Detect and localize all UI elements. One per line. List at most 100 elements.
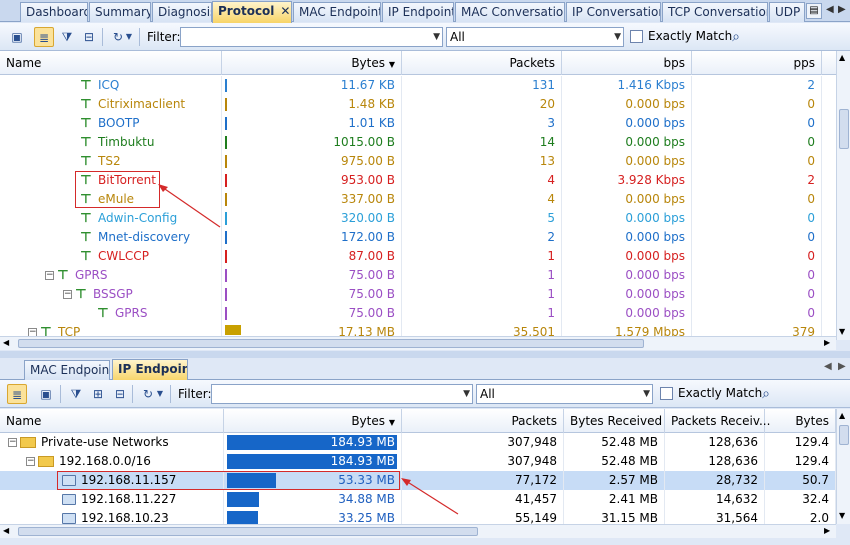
bytes-bar bbox=[225, 250, 227, 263]
flat-view-icon[interactable]: ⊟ bbox=[110, 384, 130, 404]
scroll-left-icon[interactable]: ◀ bbox=[3, 526, 9, 535]
tab-protocol[interactable]: Protocol ✕ bbox=[212, 1, 292, 23]
col-bps[interactable]: bps bbox=[562, 51, 692, 75]
collapse-icon[interactable]: − bbox=[45, 271, 54, 280]
tab-list-icon[interactable]: ▤ bbox=[806, 3, 822, 19]
collapse-icon[interactable]: − bbox=[8, 438, 17, 447]
tab-ip-endpoint-bottom[interactable]: IP Endpoint bbox=[112, 359, 188, 381]
collapse-icon[interactable]: − bbox=[63, 290, 72, 299]
scroll-down-icon[interactable]: ▼ bbox=[839, 511, 845, 520]
scroll-up-icon[interactable]: ▲ bbox=[839, 411, 845, 420]
col-bytes-sent[interactable]: Bytes bbox=[765, 409, 836, 433]
table-row[interactable]: ⊤ Timbuktu 1015.00 B 14 0.000 bps 0 bbox=[0, 133, 836, 152]
add-group-icon[interactable]: ⊞ bbox=[88, 384, 108, 404]
search-icon[interactable]: ⌕ bbox=[756, 384, 776, 404]
table-row[interactable]: ⊤ GPRS 75.00 B 1 0.000 bps 0 bbox=[0, 304, 836, 323]
tab-udp[interactable]: UDP bbox=[769, 2, 805, 22]
col-bytes[interactable]: Bytes ▼ bbox=[222, 51, 402, 75]
table-row[interactable]: ⊤ Adwin-Config 320.00 B 5 0.000 bps 0 bbox=[0, 209, 836, 228]
row-packets-received-cell: 14,632 bbox=[665, 490, 765, 509]
refresh-dropdown-icon[interactable]: ▼ bbox=[124, 27, 134, 47]
tab-diagnosis[interactable]: Diagnosis bbox=[152, 2, 212, 22]
row-name: Private-use Networks bbox=[41, 435, 169, 449]
col-packets[interactable]: Packets bbox=[402, 51, 562, 75]
scroll-thumb[interactable] bbox=[839, 109, 849, 149]
close-icon[interactable]: ✕ bbox=[280, 4, 290, 18]
tab-dashboard[interactable]: Dashboard bbox=[20, 2, 88, 22]
col-name[interactable]: Name bbox=[0, 409, 224, 433]
row-bytes-cell: 75.00 B bbox=[222, 285, 402, 304]
col-bytes-received[interactable]: Bytes Received bbox=[564, 409, 665, 433]
flat-view-icon[interactable]: ⊟ bbox=[79, 27, 99, 47]
table-row[interactable]: − 192.168.0.0/16 184.93 MB 307,948 52.48 MB 1… bbox=[0, 452, 836, 471]
filter-icon[interactable]: ⧩ bbox=[57, 27, 77, 47]
tab-summary[interactable]: Summary bbox=[89, 2, 151, 22]
scroll-right-icon[interactable]: ▶ bbox=[824, 526, 830, 535]
tab-ip-endpoint[interactable]: IP Endpoint bbox=[382, 2, 454, 22]
col-name[interactable]: Name bbox=[0, 51, 222, 75]
export-icon[interactable]: ▣ bbox=[36, 384, 56, 404]
row-pps-cell: 0 bbox=[692, 228, 822, 247]
protocol-vertical-scrollbar[interactable]: ▲ ▼ bbox=[836, 51, 850, 340]
table-row[interactable]: − ⊤ GPRS 75.00 B 1 0.000 bps 0 bbox=[0, 266, 836, 285]
protocol-icon: ⊤ bbox=[80, 210, 92, 226]
col-packets[interactable]: Packets bbox=[402, 409, 564, 433]
tree-view-icon[interactable]: ≣ bbox=[34, 27, 54, 47]
endpoint-vertical-scrollbar[interactable]: ▲ ▼ bbox=[836, 409, 850, 524]
filter-scope-value: All bbox=[480, 387, 495, 401]
col-bytes[interactable]: Bytes ▼ bbox=[224, 409, 402, 433]
scroll-down-icon[interactable]: ▼ bbox=[839, 327, 845, 336]
tab-mac-endpoint[interactable]: MAC Endpoint bbox=[293, 2, 381, 22]
row-packets-cell: 2 bbox=[402, 228, 562, 247]
table-row[interactable]: ⊤ ICQ 11.67 KB 131 1.416 Kbps 2 bbox=[0, 76, 836, 95]
row-pps: 0 bbox=[807, 230, 815, 244]
col-packets-received[interactable]: Packets Receiv... bbox=[665, 409, 770, 433]
row-bytes-cell: 1.48 KB bbox=[222, 95, 402, 114]
chevron-down-icon: ▼ bbox=[433, 32, 440, 42]
tab-label: MAC Conversation bbox=[461, 5, 565, 19]
export-icon[interactable]: ▣ bbox=[7, 27, 27, 47]
scroll-thumb[interactable] bbox=[18, 527, 478, 536]
row-bytes-received: 52.48 MB bbox=[601, 435, 658, 449]
row-packets-received-cell: 31,564 bbox=[665, 509, 765, 524]
scroll-right-icon[interactable]: ▶ bbox=[824, 338, 830, 347]
refresh-dropdown-icon[interactable]: ▼ bbox=[155, 384, 165, 404]
filter-scope-select[interactable]: All ▼ bbox=[476, 384, 653, 404]
search-icon[interactable]: ⌕ bbox=[726, 27, 746, 47]
table-row[interactable]: ⊤ BOOTP 1.01 KB 3 0.000 bps 0 bbox=[0, 114, 836, 133]
scroll-tabs-left-icon[interactable]: ◀ bbox=[824, 361, 832, 372]
tree-view-icon[interactable]: ≣ bbox=[7, 384, 27, 404]
tab-label: MAC Endpoint bbox=[30, 363, 110, 377]
filter-icon[interactable]: ⧩ bbox=[66, 384, 86, 404]
scroll-thumb[interactable] bbox=[839, 425, 849, 445]
collapse-icon[interactable]: − bbox=[26, 457, 35, 466]
protocol-horizontal-scrollbar[interactable]: ◀ ▶ bbox=[0, 336, 836, 350]
tab-mac-endpoint-bottom[interactable]: MAC Endpoint bbox=[24, 360, 110, 380]
exactly-match-checkbox[interactable] bbox=[630, 30, 643, 43]
table-row[interactable]: ⊤ TS2 975.00 B 13 0.000 bps 0 bbox=[0, 152, 836, 171]
scroll-tabs-right-icon[interactable]: ▶ bbox=[838, 4, 846, 15]
scroll-thumb[interactable] bbox=[18, 339, 644, 348]
scroll-tabs-left-icon[interactable]: ◀ bbox=[826, 4, 834, 15]
table-row[interactable]: ⊤ CWLCCP 87.00 B 1 0.000 bps 0 bbox=[0, 247, 836, 266]
tab-label: Summary bbox=[95, 5, 151, 19]
endpoint-horizontal-scrollbar[interactable]: ◀ ▶ bbox=[0, 524, 836, 538]
table-row[interactable]: − Private-use Networks 184.93 MB 307,948 52.… bbox=[0, 433, 836, 452]
col-pps[interactable]: pps bbox=[692, 51, 822, 75]
table-row[interactable]: ⊤ Citriximaclient 1.48 KB 20 0.000 bps 0 bbox=[0, 95, 836, 114]
scroll-up-icon[interactable]: ▲ bbox=[839, 53, 845, 62]
table-row[interactable]: − ⊤ BSSGP 75.00 B 1 0.000 bps 0 bbox=[0, 285, 836, 304]
filter-input[interactable]: ▼ bbox=[180, 27, 443, 47]
filter-scope-select[interactable]: All ▼ bbox=[446, 27, 624, 47]
row-bps-cell: 0.000 bps bbox=[562, 247, 692, 266]
scroll-tabs-right-icon[interactable]: ▶ bbox=[838, 361, 846, 372]
table-row[interactable]: ⊤ Mnet-discovery 172.00 B 2 0.000 bps 0 bbox=[0, 228, 836, 247]
tab-tcp-conversation[interactable]: TCP Conversation bbox=[662, 2, 768, 22]
tab-mac-conversation[interactable]: MAC Conversation bbox=[455, 2, 565, 22]
exactly-match-checkbox[interactable] bbox=[660, 387, 673, 400]
scroll-left-icon[interactable]: ◀ bbox=[3, 338, 9, 347]
protocol-icon: ⊤ bbox=[75, 286, 87, 302]
tab-ip-conversation[interactable]: IP Conversation bbox=[566, 2, 661, 22]
toolbar-separator bbox=[60, 385, 61, 403]
filter-input[interactable]: ▼ bbox=[211, 384, 473, 404]
